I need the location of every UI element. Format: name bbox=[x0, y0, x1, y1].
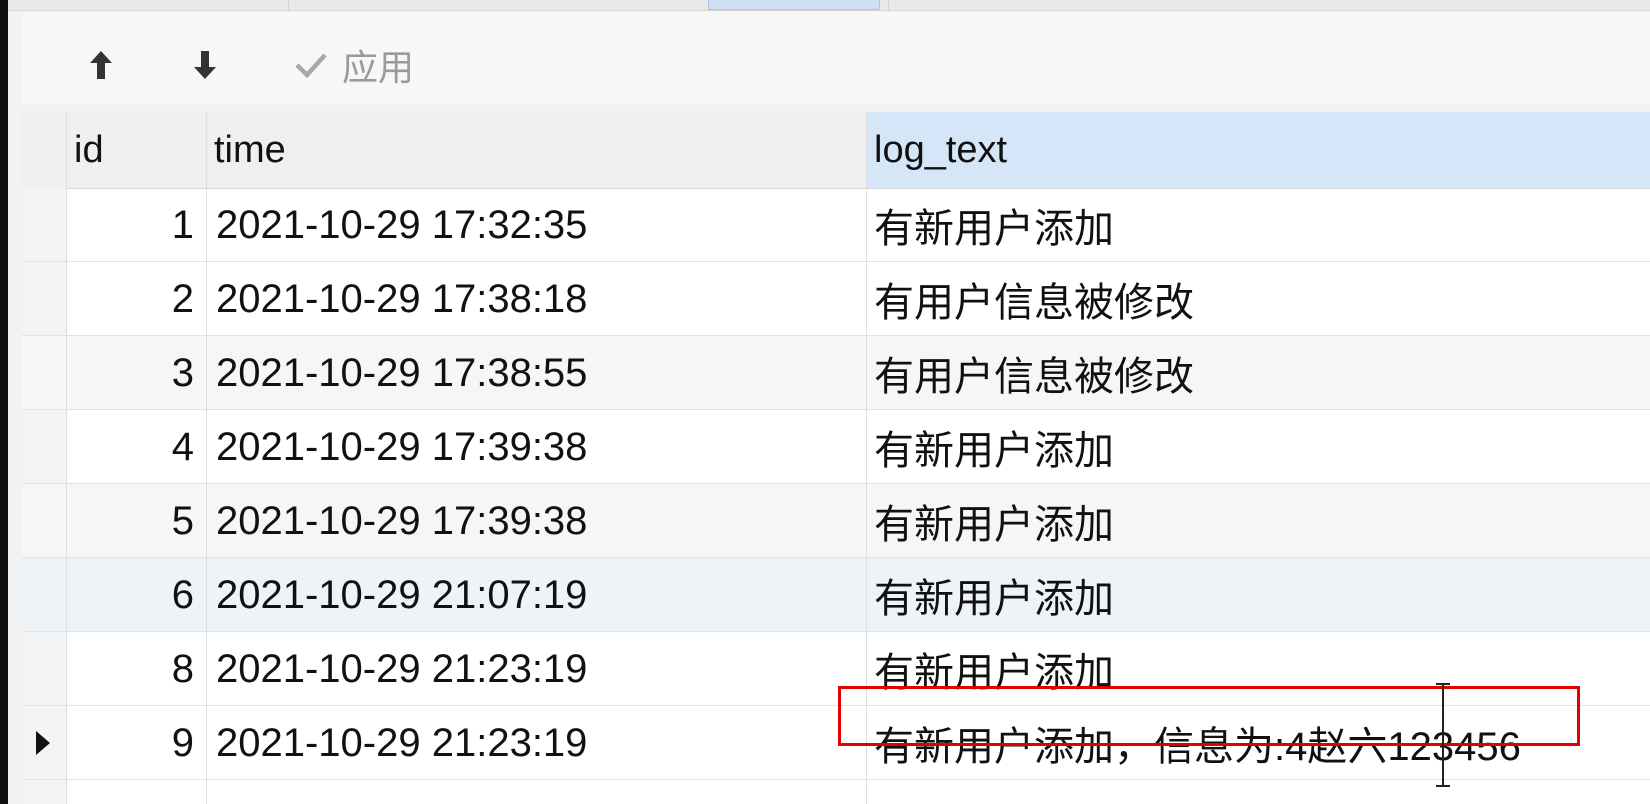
table-row[interactable]: 6 2021-10-29 21:07:19 有新用户添加 bbox=[22, 558, 1650, 632]
cell-time[interactable]: 2021-10-29 17:38:55 bbox=[206, 336, 866, 410]
cell-id[interactable]: 3 bbox=[66, 336, 206, 410]
apply-label: 应用 bbox=[342, 47, 415, 88]
table-row[interactable]: 8 2021-10-29 21:23:19 有新用户添加 bbox=[22, 632, 1650, 706]
cell-time[interactable]: 2021-10-29 21:23:19 bbox=[206, 706, 866, 780]
arrow-down-icon bbox=[192, 49, 218, 81]
grid-line bbox=[66, 112, 67, 804]
table-row[interactable]: 3 2021-10-29 17:38:55 有用户信息被修改 bbox=[22, 336, 1650, 410]
cell-id[interactable]: 4 bbox=[66, 410, 206, 484]
tab-active[interactable] bbox=[708, 0, 880, 10]
cell-log-text[interactable]: 有新用户添加 bbox=[866, 558, 1650, 632]
column-header-time[interactable]: time bbox=[206, 112, 866, 188]
cell-log-text[interactable]: 有新用户添加 bbox=[866, 484, 1650, 558]
cell-time[interactable]: 2021-10-29 17:32:35 bbox=[206, 188, 866, 262]
column-header-id[interactable]: id bbox=[66, 112, 206, 188]
cell-time[interactable]: 2021-10-29 21:23:19 bbox=[206, 632, 866, 706]
cell-id[interactable]: 2 bbox=[66, 262, 206, 336]
table-row[interactable]: 4 2021-10-29 17:39:38 有新用户添加 bbox=[22, 410, 1650, 484]
cell-time[interactable]: 2021-10-29 17:39:38 bbox=[206, 484, 866, 558]
cell-log-text[interactable]: 有新用户添加 bbox=[866, 632, 1650, 706]
cell-id[interactable]: 9 bbox=[66, 706, 206, 780]
table-row[interactable]: 2 2021-10-29 17:38:18 有用户信息被修改 bbox=[22, 262, 1650, 336]
cell-id[interactable]: 8 bbox=[66, 632, 206, 706]
check-icon bbox=[294, 50, 328, 80]
cell-log-text[interactable]: 有用户信息被修改 bbox=[866, 262, 1650, 336]
data-grid: id time log_text 1 2021-10-29 17:32:35 有… bbox=[22, 112, 1650, 804]
window-edge bbox=[0, 0, 8, 804]
move-up-button[interactable] bbox=[88, 45, 114, 85]
grid-line bbox=[866, 112, 867, 804]
cell-log-text[interactable]: 有新用户添加 bbox=[866, 188, 1650, 262]
tab-separator bbox=[888, 0, 889, 10]
cell-log-text-editing[interactable]: 有新用户添加，信息为:4赵六123456 bbox=[866, 706, 1650, 780]
cell-time[interactable]: 2021-10-29 17:39:38 bbox=[206, 410, 866, 484]
cell-id[interactable]: 1 bbox=[66, 188, 206, 262]
table-row[interactable]: 1 2021-10-29 17:32:35 有新用户添加 bbox=[22, 188, 1650, 262]
column-header-log-text[interactable]: log_text bbox=[866, 112, 1650, 188]
toolbar: 应用 bbox=[22, 12, 1650, 104]
table-row-current[interactable]: 9 2021-10-29 21:23:19 有新用户添加，信息为:4赵六1234… bbox=[22, 706, 1650, 780]
tab-separator bbox=[288, 0, 289, 10]
arrow-up-icon bbox=[88, 49, 114, 81]
current-row-indicator-icon bbox=[36, 731, 50, 755]
cell-id[interactable]: 6 bbox=[66, 558, 206, 632]
cell-log-text[interactable]: 有新用户添加 bbox=[866, 410, 1650, 484]
cell-time[interactable]: 2021-10-29 17:38:18 bbox=[206, 262, 866, 336]
grid-header: id time log_text bbox=[22, 112, 1650, 189]
tab-bar bbox=[8, 0, 1650, 11]
cell-time[interactable]: 2021-10-29 21:07:19 bbox=[206, 558, 866, 632]
grid-line bbox=[206, 112, 207, 804]
cell-log-text[interactable]: 有用户信息被修改 bbox=[866, 336, 1650, 410]
apply-button[interactable]: 应用 bbox=[294, 45, 414, 88]
table-row[interactable]: 5 2021-10-29 17:39:38 有新用户添加 bbox=[22, 484, 1650, 558]
move-down-button[interactable] bbox=[192, 45, 218, 85]
cell-id[interactable]: 5 bbox=[66, 484, 206, 558]
